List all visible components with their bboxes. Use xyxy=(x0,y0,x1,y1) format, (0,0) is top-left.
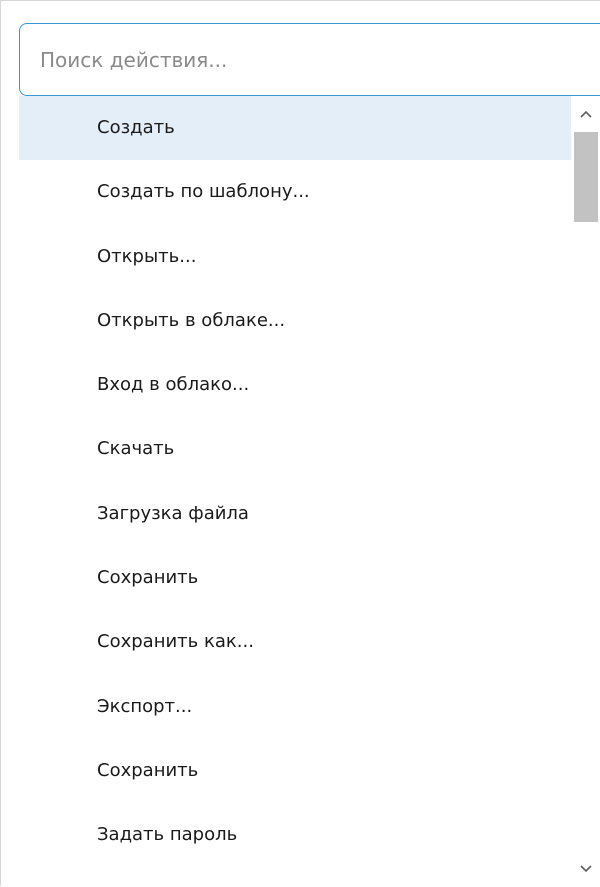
list-item[interactable]: Загрузка файла xyxy=(19,482,571,546)
scroll-down-button[interactable] xyxy=(571,851,600,887)
list-item[interactable]: Вход в облако... xyxy=(19,353,571,417)
list-item[interactable]: Скачать xyxy=(19,417,571,481)
chevron-up-icon xyxy=(580,110,592,118)
list-item[interactable]: Сохранить xyxy=(19,739,571,803)
list-item[interactable]: Создать по шаблону... xyxy=(19,160,571,224)
list-item[interactable]: Создать xyxy=(19,96,571,161)
list-item[interactable]: Задать пароль xyxy=(19,803,571,867)
list-item[interactable]: Открыть в облаке... xyxy=(19,289,571,353)
search-input[interactable] xyxy=(20,24,600,95)
list-item[interactable]: Сохранить xyxy=(19,546,571,610)
scrollbar-thumb[interactable] xyxy=(574,132,598,222)
list-item[interactable]: Открыть... xyxy=(19,225,571,289)
list-item[interactable]: Экспорт... xyxy=(19,675,571,739)
vertical-scrollbar[interactable] xyxy=(571,96,600,887)
search-box[interactable] xyxy=(19,23,600,96)
list-item[interactable]: Сохранить как... xyxy=(19,610,571,674)
action-search-popup: Создать Создать по шаблону... Открыть...… xyxy=(0,0,600,887)
chevron-down-icon xyxy=(580,865,592,873)
action-list: Создать Создать по шаблону... Открыть...… xyxy=(19,96,571,887)
scroll-up-button[interactable] xyxy=(571,96,600,132)
